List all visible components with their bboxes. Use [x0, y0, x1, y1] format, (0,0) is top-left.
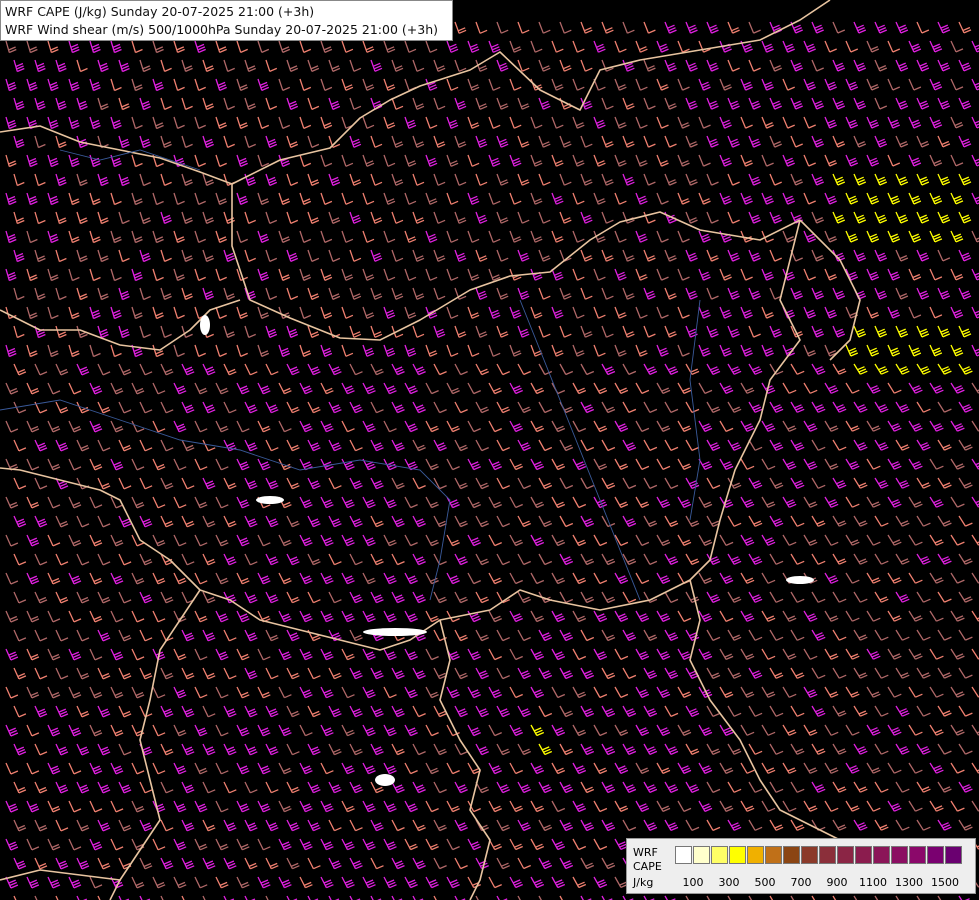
legend-swatch: [675, 846, 692, 864]
legend-swatch: [765, 846, 782, 864]
legend-swatch: [819, 846, 836, 864]
legend-swatch: [873, 846, 890, 864]
legend-swatch: [783, 846, 800, 864]
legend-swatch: [747, 846, 764, 864]
legend-tick: 1300: [895, 876, 923, 889]
title-line-1: WRF CAPE (J/kg) Sunday 20-07-2025 21:00 …: [5, 4, 315, 19]
legend-tick: 500: [754, 876, 776, 889]
legend-swatch: [837, 846, 854, 864]
weather-map: WRF CAPE (J/kg) Sunday 20-07-2025 21:00 …: [0, 0, 979, 900]
legend-swatch: [891, 846, 908, 864]
legend-swatch: [909, 846, 926, 864]
legend-swatch: [729, 846, 746, 864]
legend-label-2: CAPE: [633, 860, 662, 873]
legend-swatch: [927, 846, 944, 864]
legend-tick: 1100: [859, 876, 887, 889]
legend-swatch: [711, 846, 728, 864]
legend-swatch: [693, 846, 710, 864]
legend-tick: 900: [826, 876, 848, 889]
map-title-box: WRF CAPE (J/kg) Sunday 20-07-2025 21:00 …: [0, 0, 453, 41]
map-canvas: [0, 0, 979, 900]
legend-tick: 700: [790, 876, 812, 889]
legend-swatch: [855, 846, 872, 864]
legend-tick: 100: [682, 876, 704, 889]
legend-tick: 300: [718, 876, 740, 889]
legend-unit: J/kg: [633, 876, 654, 889]
legend-label-1: WRF: [633, 846, 658, 859]
cape-legend: WRF CAPE J/kg 100 300 500 700 900 1100 1300 150…: [626, 838, 976, 894]
legend-swatch: [801, 846, 818, 864]
title-line-2: WRF Wind shear (m/s) 500/1000hPa Sunday …: [5, 22, 438, 37]
legend-swatch: [945, 846, 962, 864]
legend-tick: 1500: [931, 876, 959, 889]
